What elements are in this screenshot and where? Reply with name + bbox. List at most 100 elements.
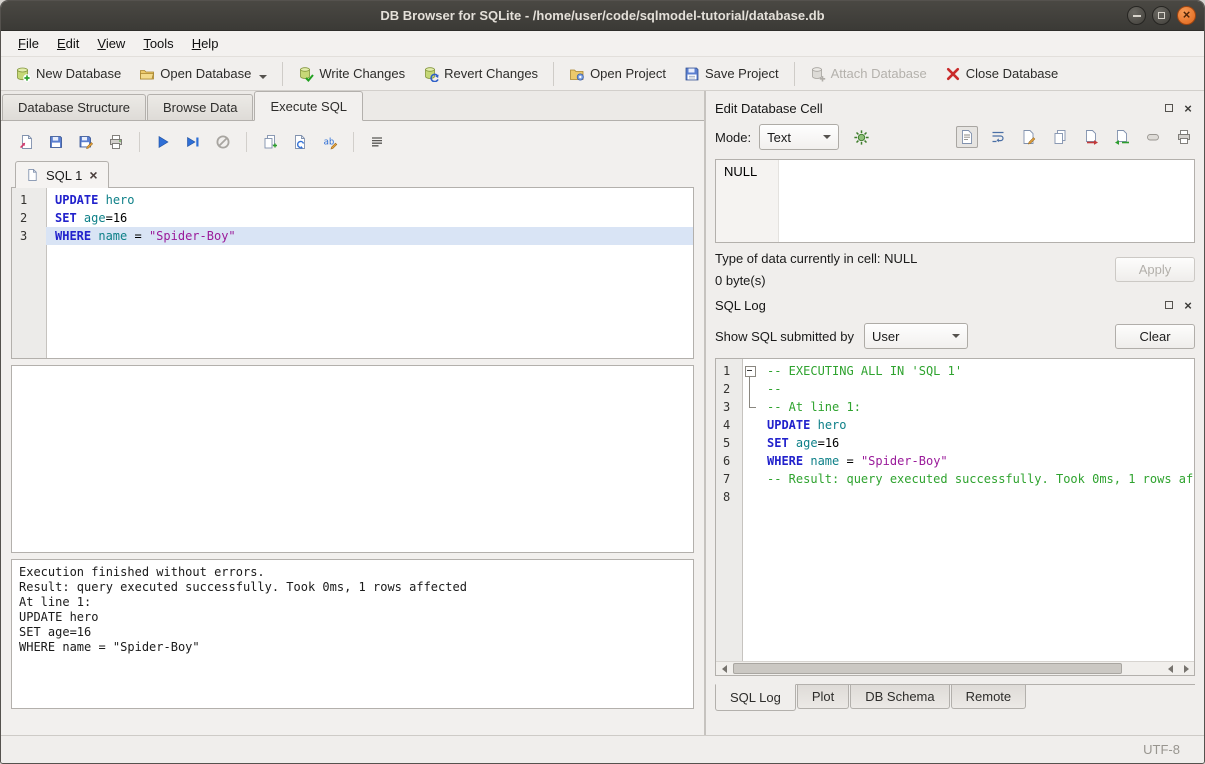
tab-browse-data[interactable]: Browse Data (147, 94, 253, 120)
code-line[interactable]: 7-- Result: query executed successfully.… (716, 470, 1194, 488)
execute-all-button[interactable] (150, 129, 176, 155)
results-grid[interactable] (11, 365, 694, 553)
new-database-button[interactable]: New Database (7, 62, 129, 86)
code-line[interactable]: 5SET age=16 (716, 434, 1194, 452)
sql-doc-tab[interactable]: SQL 1 × (15, 161, 109, 188)
menu-view[interactable]: View (88, 33, 134, 54)
open-project-button[interactable]: Open Project (561, 62, 674, 86)
sql-doc-icon (26, 168, 39, 182)
scroll-right-button[interactable] (1178, 662, 1194, 675)
execution-message-pane[interactable]: Execution finished without errors.Result… (11, 559, 694, 709)
maximize-button[interactable] (1152, 6, 1171, 25)
revert-changes-icon (423, 66, 439, 82)
close-panel-button[interactable]: × (1181, 101, 1195, 115)
close-panel-icon: × (1184, 299, 1192, 312)
clear-log-button[interactable]: Clear (1115, 324, 1195, 349)
code-line[interactable]: 1UPDATE hero (12, 191, 693, 209)
save-sql-file-button[interactable] (43, 129, 69, 155)
code-line[interactable]: 3-- At line 1: (716, 398, 1194, 416)
float-panel-button[interactable] (1162, 298, 1176, 312)
copy-cell-button[interactable] (1049, 126, 1071, 148)
sql-log-viewer[interactable]: 1-- EXECUTING ALL IN 'SQL 1'2--3-- At li… (715, 358, 1195, 676)
word-wrap-button[interactable] (987, 126, 1009, 148)
tab-execute-sql[interactable]: Execute SQL (254, 91, 363, 121)
minimize-button[interactable] (1127, 6, 1146, 25)
close-panel-button[interactable]: × (1181, 298, 1195, 312)
find-replace-button[interactable] (287, 129, 313, 155)
revert-changes-button[interactable]: Revert Changes (415, 62, 546, 86)
set-null-button[interactable] (1142, 126, 1164, 148)
menu-edit[interactable]: Edit (48, 33, 88, 54)
tab-sql-log[interactable]: SQL Log (715, 684, 796, 711)
tab-plot[interactable]: Plot (797, 685, 849, 709)
scroll-left-button[interactable] (716, 662, 732, 675)
edit-external-button[interactable] (1018, 126, 1040, 148)
close-button[interactable]: × (1177, 6, 1196, 25)
print-cell-button[interactable] (1173, 126, 1195, 148)
toolbar-separator (553, 62, 554, 86)
print-icon (108, 134, 124, 150)
apply-button[interactable]: Apply (1115, 257, 1195, 282)
cell-editor-body[interactable] (779, 160, 1194, 242)
format-sql-button[interactable] (364, 129, 390, 155)
arrow-left-icon (722, 665, 727, 673)
close-database-button[interactable]: Close Database (937, 62, 1067, 86)
import-cell-button[interactable] (1111, 126, 1133, 148)
menu-help[interactable]: Help (183, 33, 228, 54)
execute-all-icon (155, 134, 171, 150)
float-panel-button[interactable] (1162, 101, 1176, 115)
code-line[interactable]: 8 (716, 488, 1194, 506)
toolbar-button-label: Close Database (966, 66, 1059, 81)
code-line[interactable]: 1-- EXECUTING ALL IN 'SQL 1' (716, 362, 1194, 380)
code-line[interactable]: 4UPDATE hero (716, 416, 1194, 434)
message-line: Execution finished without errors. (19, 565, 686, 580)
sql-editor[interactable]: 1UPDATE hero2SET age=163WHERE name = "Sp… (11, 187, 694, 359)
write-changes-button[interactable]: Write Changes (290, 62, 413, 86)
execute-sql-panel: ab SQL 1 × 1UPDATE hero2SET age=163WHERE… (1, 121, 704, 735)
open-sql-new-tab-button[interactable] (257, 129, 283, 155)
encoding-indicator[interactable]: UTF-8 (1143, 742, 1180, 757)
tab-db-schema[interactable]: DB Schema (850, 685, 949, 709)
chevron-down-icon[interactable] (259, 75, 267, 79)
code-line[interactable]: 3WHERE name = "Spider-Boy" (12, 227, 693, 245)
scrollbar-thumb[interactable] (733, 663, 1122, 674)
save-sql-file-as-button[interactable] (73, 129, 99, 155)
chevron-down-icon (823, 135, 831, 139)
toolbar-button-label: Save Project (705, 66, 779, 81)
scrollbar-track[interactable] (732, 662, 1162, 675)
sql-log-code[interactable]: 1-- EXECUTING ALL IN 'SQL 1'2--3-- At li… (716, 359, 1194, 661)
execute-current-line-button[interactable] (180, 129, 206, 155)
line-number: 5 (716, 434, 742, 452)
titlebar[interactable]: DB Browser for SQLite - /home/user/code/… (1, 1, 1204, 31)
horizontal-scrollbar[interactable] (716, 661, 1194, 675)
attach-database-button[interactable]: Attach Database (802, 62, 935, 86)
autocomplete-button[interactable]: ab (317, 129, 343, 155)
menu-file[interactable]: File (9, 33, 48, 54)
open-database-button[interactable]: Open Database (131, 62, 275, 86)
code-line[interactable]: 6WHERE name = "Spider-Boy" (716, 452, 1194, 470)
print-sql-button[interactable] (103, 129, 129, 155)
save-project-button[interactable]: Save Project (676, 62, 787, 86)
cell-editor[interactable]: NULL (715, 159, 1195, 243)
submitted-by-combobox[interactable]: User (864, 323, 968, 349)
tab-label: SQL Log (730, 690, 781, 705)
bottom-tab-bar: SQL Log Plot DB Schema Remote (715, 684, 1195, 712)
tab-close-icon[interactable]: × (89, 168, 97, 182)
mode-value: Text (767, 130, 791, 145)
menu-tools[interactable]: Tools (134, 33, 182, 54)
code-line[interactable]: 2SET age=16 (12, 209, 693, 227)
tab-database-structure[interactable]: Database Structure (2, 94, 146, 120)
scroll-left-button-2[interactable] (1162, 662, 1178, 675)
open-sql-file-button[interactable] (13, 129, 39, 155)
stop-execution-button[interactable] (210, 129, 236, 155)
export-cell-button[interactable] (1080, 126, 1102, 148)
tab-remote[interactable]: Remote (951, 685, 1027, 709)
code-line[interactable]: 2-- (716, 380, 1194, 398)
text-mode-button[interactable] (956, 126, 978, 148)
mode-combobox[interactable]: Text (759, 124, 839, 150)
main-tab-bar: Database Structure Browse Data Execute S… (1, 91, 704, 121)
fold-collapse-icon[interactable] (742, 362, 758, 380)
tab-label: Browse Data (163, 100, 237, 115)
cell-editor-settings-button[interactable] (847, 124, 875, 150)
cell-type-info: Type of data currently in cell: NULL (715, 251, 917, 266)
